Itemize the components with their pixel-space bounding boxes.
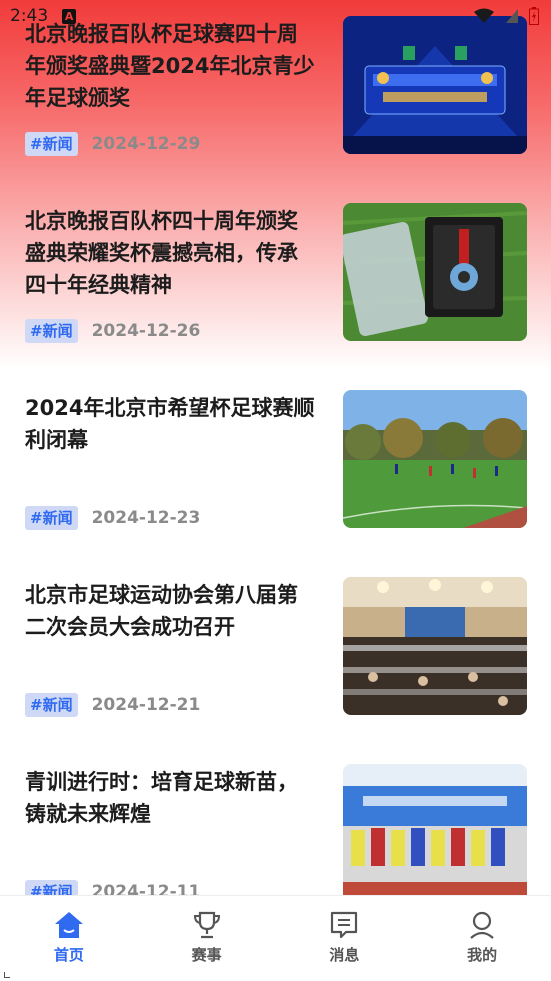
news-item[interactable]: 北京晚报百队杯四十周年颁奖盛典荣耀奖杯震撼亮相，传承四十年经典精神 #新闻 20… [25, 203, 527, 343]
news-tag: #新闻 [25, 132, 78, 156]
message-icon [331, 911, 358, 939]
tab-messages[interactable]: 消息 [304, 910, 384, 965]
trophy-on-grass-photo [343, 203, 527, 341]
status-bar: 2:43 A [0, 0, 551, 32]
cellular-icon [506, 9, 518, 23]
news-meta: #新闻 2024-12-29 [25, 132, 200, 156]
news-item[interactable]: 青训进行时：培育足球新苗，铸就未来辉煌 #新闻 2024-12-11 [25, 764, 527, 904]
news-date: 2024-12-26 [91, 321, 201, 341]
stage-banner-photo [343, 16, 527, 154]
news-title: 青训进行时：培育足球新苗，铸就未来辉煌 [25, 770, 298, 826]
corner-mark [4, 972, 10, 978]
status-right [473, 7, 539, 25]
news-date: 2024-12-29 [91, 134, 201, 154]
notification-icon: A [62, 8, 77, 24]
news-date: 2024-12-23 [91, 508, 201, 528]
wifi-icon [474, 8, 494, 23]
news-item[interactable]: 北京市足球运动协会第八届第二次会员大会成功召开 #新闻 2024-12-21 [25, 577, 527, 717]
news-tag: #新闻 [25, 693, 78, 717]
conference-hall-photo [343, 577, 527, 715]
trophy-icon [193, 911, 220, 939]
news-meta: #新闻 2024-12-26 [25, 319, 200, 343]
football-field-photo [343, 390, 527, 528]
news-tag: #新闻 [25, 506, 78, 530]
news-title: 北京晚报百队杯四十周年颁奖盛典荣耀奖杯震撼亮相，传承四十年经典精神 [25, 209, 298, 297]
news-date: 2024-12-21 [91, 695, 201, 715]
news-title: 2024年北京市希望杯足球赛顺利闭幕 [25, 396, 315, 452]
news-title: 北京市足球运动协会第八届第二次会员大会成功召开 [25, 583, 298, 639]
profile-icon [470, 911, 494, 939]
status-time: 2:43 [10, 6, 49, 26]
news-title: 北京晚报百队杯足球赛四十周年颁奖盛典暨2024年北京青少年足球颁奖 [25, 22, 315, 110]
youth-team-photo [343, 764, 527, 902]
news-meta: #新闻 2024-12-23 [25, 506, 200, 530]
news-item[interactable]: 2024年北京市希望杯足球赛顺利闭幕 #新闻 2024-12-23 [25, 390, 527, 530]
news-meta: #新闻 2024-12-21 [25, 693, 200, 717]
tab-label: 消息 [329, 946, 360, 964]
tab-home[interactable]: 首页 [29, 910, 109, 965]
news-item[interactable]: 北京晚报百队杯足球赛四十周年颁奖盛典暨2024年北京青少年足球颁奖 #新闻 20… [25, 16, 527, 156]
status-left: 2:43 A [10, 6, 77, 26]
tab-events[interactable]: 赛事 [167, 910, 247, 965]
tab-label: 首页 [53, 946, 84, 964]
bottom-tab-bar: 首页 赛事 消息 我的 [0, 895, 551, 981]
battery-icon [529, 7, 539, 25]
tab-label: 赛事 [191, 946, 222, 964]
tab-label: 我的 [467, 946, 498, 964]
news-tag: #新闻 [25, 319, 78, 343]
home-icon [54, 912, 83, 938]
tab-profile[interactable]: 我的 [442, 910, 522, 965]
